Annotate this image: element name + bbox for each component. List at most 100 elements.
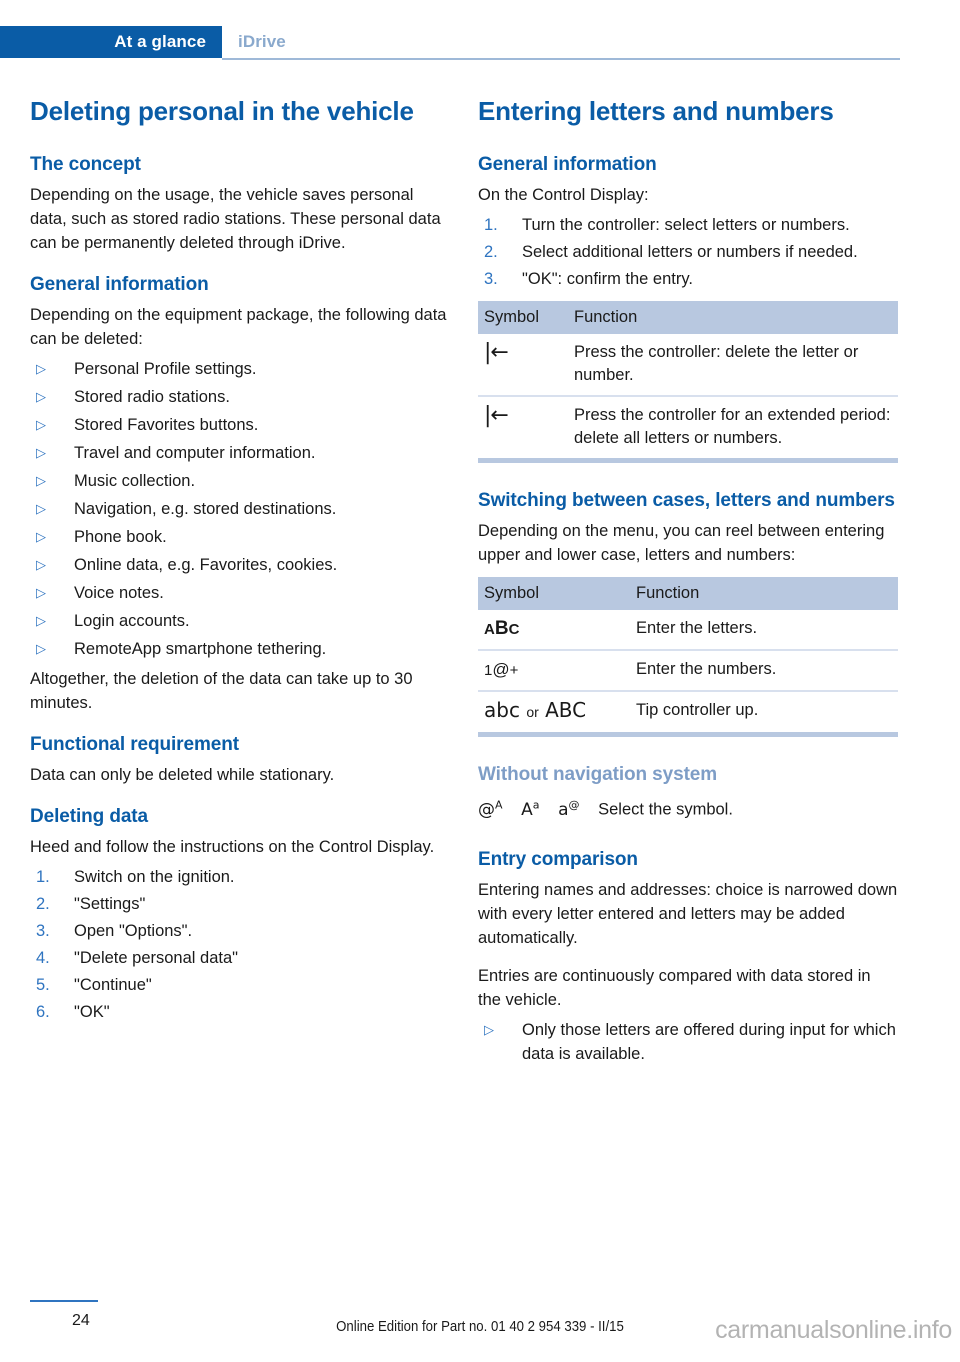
header-divider — [222, 58, 900, 60]
list-item-label: Login accounts. — [74, 612, 190, 630]
deletable-data-list: ▷ Personal Profile settings. ▷ Stored ra… — [30, 357, 450, 661]
paragraph-entry-comparison-2: Entries are continuously compared with d… — [478, 966, 871, 1009]
right-column: Entering letters and numbers General inf… — [478, 96, 898, 1072]
table-cell-function: Enter the letters. — [630, 610, 898, 651]
list-item: 5. "Continue" — [30, 973, 450, 997]
uppercase-lowercase-icon: Aa — [521, 798, 540, 820]
numbers-icon: 1@+ — [478, 650, 630, 692]
table-row: 1@+ Enter the numbers. — [478, 650, 898, 692]
case-toggle-icon: abc or ABC — [478, 691, 630, 737]
step-label: "Settings" — [74, 895, 146, 913]
at-uppercase-icon: @A — [478, 798, 503, 820]
paragraph-the-concept: Depending on the usage, the vehicle save… — [30, 186, 441, 252]
step-number: 2. — [36, 895, 50, 913]
heading-the-concept: The concept — [30, 154, 141, 175]
list-item: 3. "OK": confirm the entry. — [478, 267, 898, 291]
step-number: 3. — [484, 270, 498, 288]
triangle-bullet-icon: ▷ — [36, 529, 46, 544]
list-item: ▷ Navigation, e.g. stored destinations. — [30, 497, 450, 521]
list-item: ▷ Voice notes. — [30, 581, 450, 605]
entering-steps: 1. Turn the controller: select letters o… — [478, 213, 898, 291]
triangle-bullet-icon: ▷ — [36, 361, 46, 376]
paragraph-general-information-intro: Depending on the equipment package, the … — [30, 306, 447, 348]
triangle-bullet-icon: ▷ — [36, 557, 46, 572]
case-switching-table: Symbol Function ABC Enter the letters. 1… — [478, 577, 898, 737]
step-number: 1. — [484, 216, 498, 234]
left-column: Deleting personal in the vehicle The con… — [30, 96, 450, 1030]
triangle-bullet-icon: ▷ — [36, 473, 46, 488]
list-item: ▷ Only those letters are offered during … — [478, 1018, 898, 1066]
list-item: ▷ RemoteApp smartphone tethering. — [30, 637, 450, 661]
table-cell-function: Tip controller up. — [630, 691, 898, 737]
table-row: abc or ABC Tip controller up. — [478, 691, 898, 737]
list-item: 1. Turn the controller: select letters o… — [478, 213, 898, 237]
triangle-bullet-icon: ▷ — [36, 613, 46, 628]
list-item: 1. Switch on the ignition. — [30, 865, 450, 889]
list-item-label: Phone book. — [74, 528, 167, 546]
list-item: ▷ Stored radio stations. — [30, 385, 450, 409]
table-cell-function: Enter the numbers. — [630, 650, 898, 692]
column-header-function: Function — [630, 577, 898, 610]
step-number: 5. — [36, 976, 50, 994]
delete-symbol-table: Symbol Function |← Press the controller:… — [478, 301, 898, 463]
lowercase-at-icon: a@ — [558, 798, 580, 820]
entry-comparison-bullets: ▷ Only those letters are offered during … — [478, 1018, 898, 1066]
paragraph-deletion-duration: Altogether, the deletion of the data can… — [30, 670, 413, 712]
paragraph-entry-comparison-1: Entering names and addresses: choice is … — [478, 880, 898, 947]
page-title-left: Deleting personal in the vehicle — [30, 96, 414, 126]
list-item: 4. "Delete personal data" — [30, 946, 450, 970]
list-item-label: RemoteApp smartphone tethering. — [74, 640, 327, 658]
table-cell-function: Press the controller for an extended per… — [568, 396, 898, 463]
column-header-symbol: Symbol — [478, 301, 568, 334]
list-item-label: Stored Favorites buttons. — [74, 416, 259, 434]
table-header-row: Symbol Function — [478, 301, 898, 334]
list-item-label: Travel and computer information. — [74, 444, 316, 462]
step-number: 1. — [36, 868, 50, 886]
list-item-label: Only those letters are offered during in… — [522, 1020, 896, 1063]
backspace-icon: |← — [478, 396, 568, 463]
paragraph-functional-requirement: Data can only be deleted while stationar… — [30, 766, 335, 784]
heading-without-navigation-system: Without navigation system — [478, 764, 718, 785]
list-item: 3. Open "Options". — [30, 919, 450, 943]
heading-general-information-left: General information — [30, 274, 209, 295]
table-header-row: Symbol Function — [478, 577, 898, 610]
triangle-bullet-icon: ▷ — [36, 641, 46, 656]
step-label: Open "Options". — [74, 922, 193, 940]
step-number: 3. — [36, 922, 50, 940]
step-label: "Continue" — [74, 976, 152, 994]
list-item: ▷ Login accounts. — [30, 609, 450, 633]
list-item: ▷ Online data, e.g. Favorites, cookies. — [30, 553, 450, 577]
step-label: "OK" — [74, 1003, 110, 1021]
heading-functional-requirement: Functional requirement — [30, 734, 239, 755]
without-navigation-text: Select the symbol. — [598, 800, 733, 819]
list-item: ▷ Stored Favorites buttons. — [30, 413, 450, 437]
heading-deleting-data: Deleting data — [30, 806, 148, 827]
watermark: carmanualsonline.info — [715, 1316, 952, 1344]
breadcrumb-tab-idrive[interactable]: iDrive — [238, 26, 286, 58]
heading-general-information-right: General information — [478, 154, 657, 175]
triangle-bullet-icon: ▷ — [36, 445, 46, 460]
step-label: "Delete personal data" — [74, 949, 238, 967]
column-header-symbol: Symbol — [478, 577, 630, 610]
step-label: "OK": confirm the entry. — [522, 270, 693, 288]
list-item: 2. "Settings" — [30, 892, 450, 916]
step-number: 2. — [484, 243, 498, 261]
without-navigation-symbols: @A Aa a@ Select the symbol. — [478, 793, 898, 822]
step-number: 4. — [36, 949, 50, 967]
table-cell-function: Press the controller: delete the letter … — [568, 334, 898, 397]
list-item-label: Voice notes. — [74, 584, 164, 602]
deleting-data-steps: 1. Switch on the ignition. 2. "Settings"… — [30, 865, 450, 1024]
list-item-label: Online data, e.g. Favorites, cookies. — [74, 556, 338, 574]
step-label: Switch on the ignition. — [74, 868, 235, 886]
column-header-function: Function — [568, 301, 898, 334]
triangle-bullet-icon: ▷ — [36, 389, 46, 404]
triangle-bullet-icon: ▷ — [36, 585, 46, 600]
breadcrumb-tab-at-a-glance[interactable]: At a glance — [0, 26, 222, 58]
list-item: ▷ Personal Profile settings. — [30, 357, 450, 381]
abc-letters-icon: ABC — [478, 610, 630, 651]
step-number: 6. — [36, 1003, 50, 1021]
list-item: ▷ Music collection. — [30, 469, 450, 493]
table-row: ABC Enter the letters. — [478, 610, 898, 651]
heading-switching-cases: Switching between cases, letters and num… — [478, 490, 895, 511]
heading-entry-comparison: Entry comparison — [478, 848, 638, 870]
